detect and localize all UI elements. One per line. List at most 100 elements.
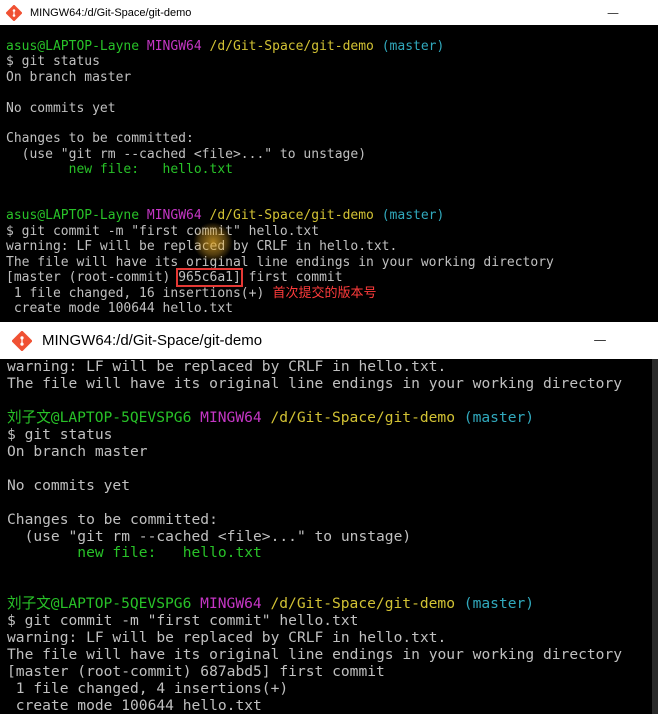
terminal-text: /d/Git-Space/git-demo bbox=[270, 595, 455, 613]
terminal-text: (use "git rm --cached <file>..." to unst… bbox=[6, 146, 367, 162]
terminal-line: No commits yet bbox=[6, 101, 658, 116]
terminal-line: No commits yet bbox=[7, 476, 658, 495]
terminal-text: No commits yet bbox=[6, 100, 116, 116]
terminal-line bbox=[6, 116, 658, 131]
terminal-line bbox=[7, 495, 658, 512]
terminal-text: (master) bbox=[463, 595, 535, 613]
terminal-window-back[interactable]: MINGW64:/d/Git-Space/git-demo — asus@LAP… bbox=[0, 0, 658, 322]
commit-hash-highlight: 965c6a1] bbox=[176, 268, 243, 288]
minimize-button[interactable]: — bbox=[598, 0, 628, 25]
terminal-line bbox=[6, 193, 658, 208]
terminal-text: create mode 100644 hello.txt bbox=[6, 300, 233, 316]
terminal-line: 刘子文@LAPTOP-5QEVSPG6 MINGW64 /d/Git-Space… bbox=[7, 595, 658, 613]
annotation-text: 首次提交的版本号 bbox=[264, 285, 377, 301]
terminal-line: asus@LAPTOP-Layne MINGW64 /d/Git-Space/g… bbox=[6, 39, 658, 54]
terminal-output[interactable]: warning: LF will be replaced by CRLF in … bbox=[0, 358, 658, 714]
terminal-line: new file: hello.txt bbox=[7, 545, 658, 562]
terminal-text: $ git commit -m "first commit" hello.txt bbox=[6, 223, 320, 239]
terminal-line: Changes to be committed: bbox=[6, 131, 658, 146]
terminal-text: $ git commit -m "first commit" hello.txt bbox=[7, 612, 359, 630]
title-bar[interactable]: MINGW64:/d/Git-Space/git-demo — bbox=[0, 322, 658, 359]
terminal-text: The file will have its original line end… bbox=[7, 374, 623, 392]
terminal-text: 刘子文@LAPTOP-5QEVSPG6 bbox=[7, 408, 192, 426]
terminal-text: /d/Git-Space/git-demo bbox=[209, 208, 374, 224]
terminal-text: [master (root-commit) bbox=[6, 270, 179, 286]
terminal-text: first commit bbox=[240, 270, 343, 286]
terminal-line: The file will have its original line end… bbox=[6, 255, 658, 270]
terminal-text: 1 file changed, 16 insertions(+) bbox=[6, 285, 265, 301]
terminal-line: The file will have its original line end… bbox=[7, 374, 658, 393]
terminal-line: $ git commit -m "first commit" hello.txt bbox=[7, 612, 658, 630]
terminal-text: Changes to be committed: bbox=[7, 510, 218, 528]
terminal-line bbox=[7, 461, 658, 478]
terminal-text: new file: hello.txt bbox=[7, 544, 262, 562]
terminal-line: Changes to be committed: bbox=[7, 510, 658, 529]
terminal-text: MINGW64 bbox=[146, 39, 202, 54]
terminal-line bbox=[7, 562, 658, 579]
terminal-line: 刘子文@LAPTOP-5QEVSPG6 MINGW64 /d/Git-Space… bbox=[7, 408, 658, 427]
terminal-text: (master) bbox=[463, 408, 535, 426]
git-logo-icon bbox=[5, 4, 23, 21]
terminal-line: 1 file changed, 16 insertions(+) 首次提交的版本… bbox=[6, 286, 658, 301]
terminal-text: create mode 100644 hello.txt bbox=[7, 697, 262, 714]
terminal-text: MINGW64 bbox=[200, 595, 262, 613]
terminal-text: MINGW64 bbox=[200, 408, 262, 426]
terminal-line: (use "git rm --cached <file>..." to unst… bbox=[6, 147, 658, 162]
terminal-text: /d/Git-Space/git-demo bbox=[209, 39, 374, 54]
terminal-line: [master (root-commit) 965c6a1] first com… bbox=[6, 268, 658, 288]
terminal-line: warning: LF will be replaced by CRLF in … bbox=[6, 239, 658, 254]
terminal-line: $ git status bbox=[6, 54, 658, 69]
terminal-line bbox=[7, 393, 658, 410]
terminal-line bbox=[6, 85, 658, 100]
terminal-output[interactable]: asus@LAPTOP-Layne MINGW64 /d/Git-Space/g… bbox=[0, 25, 658, 322]
terminal-line: asus@LAPTOP-Layne MINGW64 /d/Git-Space/g… bbox=[6, 208, 658, 223]
terminal-text: [master (root-commit) 687abd5] first com… bbox=[7, 663, 385, 681]
terminal-text: On branch master bbox=[6, 69, 132, 85]
terminal-line bbox=[6, 178, 658, 193]
terminal-window-front[interactable]: MINGW64:/d/Git-Space/git-demo — warning:… bbox=[0, 322, 658, 714]
terminal-line: [master (root-commit) 687abd5] first com… bbox=[7, 663, 658, 681]
terminal-text: new file: hello.txt bbox=[6, 162, 233, 178]
terminal-text: The file will have its original line end… bbox=[6, 254, 554, 270]
terminal-line: On branch master bbox=[7, 443, 658, 461]
terminal-text: warning: LF will be replaced by CRLF in … bbox=[7, 629, 447, 647]
terminal-text: asus@LAPTOP-Layne bbox=[6, 208, 140, 224]
terminal-line: On branch master bbox=[6, 70, 658, 85]
terminal-text: $ git status bbox=[6, 54, 100, 70]
title-bar[interactable]: MINGW64:/d/Git-Space/git-demo — bbox=[0, 0, 658, 25]
terminal-line: The file will have its original line end… bbox=[7, 646, 658, 664]
terminal-line: warning: LF will be replaced by CRLF in … bbox=[7, 358, 658, 376]
terminal-text: warning: LF will be replaced by CRLF in … bbox=[6, 239, 398, 255]
terminal-text: Changes to be committed: bbox=[6, 131, 194, 147]
terminal-line: 1 file changed, 4 insertions(+) bbox=[7, 680, 658, 698]
scrollbar[interactable] bbox=[652, 359, 658, 714]
terminal-text: /d/Git-Space/git-demo bbox=[270, 408, 455, 426]
terminal-text: asus@LAPTOP-Layne bbox=[6, 39, 140, 54]
git-logo-icon bbox=[11, 329, 33, 352]
terminal-line: create mode 100644 hello.txt bbox=[6, 301, 658, 316]
window-title: MINGW64:/d/Git-Space/git-demo bbox=[42, 332, 263, 349]
terminal-text: warning: LF will be replaced by CRLF in … bbox=[7, 358, 447, 375]
terminal-text: $ git status bbox=[7, 425, 113, 443]
terminal-text: 1 file changed, 4 insertions(+) bbox=[7, 680, 289, 698]
terminal-line: warning: LF will be replaced by CRLF in … bbox=[7, 629, 658, 647]
minimize-button[interactable]: — bbox=[585, 322, 615, 359]
terminal-text: No commits yet bbox=[7, 476, 131, 494]
